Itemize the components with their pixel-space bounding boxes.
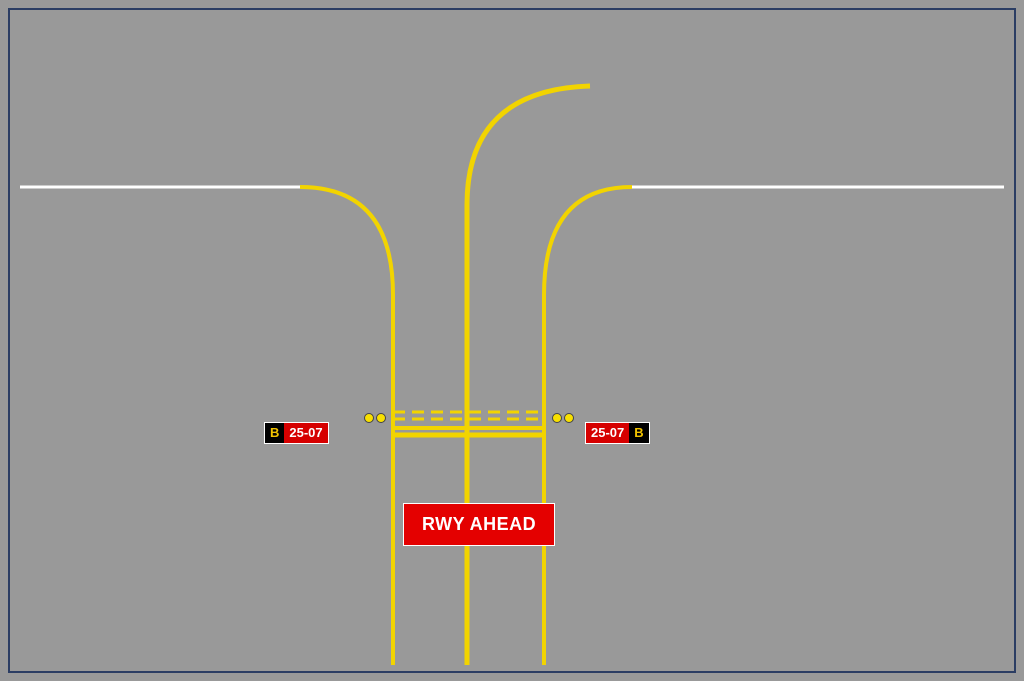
- runway-holding-sign: 25-07: [284, 423, 327, 443]
- taxiway-location-sign: B: [629, 423, 648, 443]
- runway-guard-lights-right: [552, 413, 574, 423]
- light-dot: [552, 413, 562, 423]
- taxiway-location-sign: B: [265, 423, 284, 443]
- runway-ahead-marking: RWY AHEAD: [403, 503, 555, 546]
- light-dot: [376, 413, 386, 423]
- diagram-frame: B 25-07 25-07 B RWY AHEAD: [8, 8, 1016, 673]
- hold-position-sign-left: B 25-07: [264, 422, 329, 444]
- taxiway-centerline: [467, 86, 590, 665]
- runway-guard-lights-left: [364, 413, 386, 423]
- hold-position-sign-right: 25-07 B: [585, 422, 650, 444]
- taxiway-geometry: [10, 10, 1014, 671]
- light-dot: [564, 413, 574, 423]
- runway-holding-sign: 25-07: [586, 423, 629, 443]
- light-dot: [364, 413, 374, 423]
